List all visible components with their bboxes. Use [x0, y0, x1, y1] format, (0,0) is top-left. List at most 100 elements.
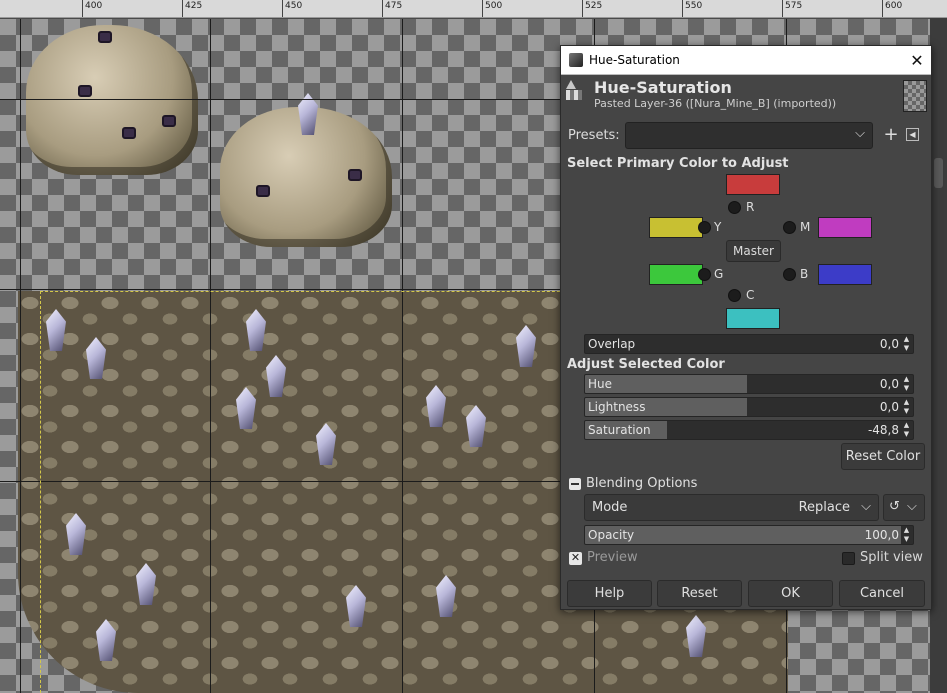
chevron-down-icon: ⌵: [907, 499, 917, 514]
ruler-label: 575: [785, 1, 803, 11]
vertical-scrollbar[interactable]: [930, 18, 947, 693]
radio-label-green: G: [714, 267, 724, 281]
ruler-label: 500: [485, 1, 503, 11]
check-x-icon: ✕: [570, 551, 581, 564]
swatch-red[interactable]: [726, 174, 780, 195]
hue-saturation-dialog: Hue-Saturation ✕ Hue-Saturation Pasted L…: [560, 45, 932, 610]
ok-button[interactable]: OK: [748, 580, 833, 607]
opacity-slider[interactable]: Opacity 100,0 ▲ ▼: [584, 525, 914, 545]
help-button[interactable]: Help: [567, 580, 652, 607]
ruler-label: 550: [685, 1, 703, 11]
overlap-label: Overlap: [588, 337, 636, 351]
reset-button[interactable]: Reset: [657, 580, 742, 607]
split-view-checkbox[interactable]: [842, 552, 855, 565]
layer-thumbnail: [903, 80, 927, 112]
spin-arrows-icon[interactable]: ▲ ▼: [901, 421, 912, 439]
header-subtitle: Pasted Layer-36 ([Nura_Mine_B] (imported…: [594, 97, 837, 110]
master-button[interactable]: Master: [726, 240, 781, 262]
minus-icon: [571, 483, 579, 485]
ruler-label: 475: [385, 1, 403, 11]
overlap-value: 0,0: [879, 337, 899, 351]
opacity-label: Opacity: [588, 528, 635, 542]
radio-label-cyan: C: [746, 288, 755, 302]
selection-marquee: [40, 291, 580, 292]
window-title: Hue-Saturation: [589, 53, 680, 67]
adjust-color-section-title: Adjust Selected Color: [567, 357, 725, 372]
radio-yellow[interactable]: [698, 221, 711, 234]
selection-marquee: [40, 291, 41, 693]
opacity-value: 100,0: [864, 528, 899, 542]
preset-menu-button[interactable]: ◀: [906, 128, 919, 141]
ruler-label: 525: [585, 1, 603, 11]
lightness-label: Lightness: [588, 400, 646, 414]
spin-arrows-icon[interactable]: ▲ ▼: [901, 398, 912, 416]
spin-arrows-icon[interactable]: ▲ ▼: [901, 375, 912, 393]
mode-dropdown[interactable]: Mode Replace ⌵: [584, 494, 879, 521]
preview-checkbox[interactable]: ✕: [569, 552, 582, 565]
gem-sprite: [122, 127, 136, 139]
saturation-slider[interactable]: Saturation -48,8 ▲ ▼: [584, 420, 914, 440]
reset-color-button[interactable]: Reset Color: [841, 443, 925, 470]
reset-mode-button[interactable]: ↺ ⌵: [883, 494, 925, 521]
hue-slider[interactable]: Hue 0,0 ▲ ▼: [584, 374, 914, 394]
hue-label: Hue: [588, 377, 613, 391]
chevron-down-icon: ⌵: [855, 126, 865, 141]
gem-sprite: [78, 85, 92, 97]
radio-magenta[interactable]: [783, 221, 796, 234]
reset-arrow-icon: ↺: [889, 499, 900, 514]
gem-sprite: [348, 169, 362, 181]
radio-label-yellow: Y: [714, 220, 722, 234]
saturation-label: Saturation: [588, 423, 651, 437]
triangle-left-icon: ◀: [909, 130, 916, 139]
ruler-label: 400: [85, 1, 103, 11]
saturation-value[interactable]: -48,8: [868, 423, 899, 437]
mode-label: Mode: [592, 500, 628, 515]
ruler-label: 600: [885, 1, 903, 11]
swatch-blue[interactable]: [818, 264, 872, 285]
header-title: Hue-Saturation: [594, 78, 732, 97]
close-button[interactable]: ✕: [903, 46, 931, 74]
radio-label-blue: B: [800, 267, 809, 281]
ruler-label: 425: [185, 1, 203, 11]
split-view-label: Split view: [860, 550, 923, 565]
chevron-down-icon: ⌵: [861, 499, 871, 514]
swatch-green[interactable]: [649, 264, 703, 285]
overlap-slider[interactable]: Overlap 0,0 ▲ ▼: [584, 334, 914, 354]
canvas-guide: [402, 19, 403, 693]
hue-value: 0,0: [879, 377, 899, 391]
radio-label-red: R: [746, 200, 755, 214]
gimp-app-icon: [569, 53, 583, 67]
radio-label-magenta: M: [800, 220, 811, 234]
radio-green[interactable]: [698, 268, 711, 281]
gem-sprite: [162, 115, 176, 127]
radio-red[interactable]: [728, 201, 741, 214]
dialog-header: Hue-Saturation Pasted Layer-36 ([Nura_Mi…: [561, 76, 931, 116]
preview-label: Preview: [587, 550, 638, 565]
swatch-magenta[interactable]: [818, 217, 872, 238]
scrollbar-thumb[interactable]: [934, 158, 943, 188]
gem-sprite: [256, 185, 270, 197]
lightness-value: 0,0: [879, 400, 899, 414]
ruler-label: 450: [285, 1, 303, 11]
close-icon: ✕: [910, 50, 924, 70]
canvas-guide: [20, 19, 21, 693]
cancel-button[interactable]: Cancel: [839, 580, 925, 607]
rock-sprite: [26, 25, 198, 175]
swatch-yellow[interactable]: [649, 217, 703, 238]
hue-saturation-icon: [566, 80, 584, 102]
presets-dropdown[interactable]: ⌵: [625, 122, 873, 149]
dialog-titlebar[interactable]: Hue-Saturation ✕: [561, 46, 931, 75]
blending-options-label[interactable]: Blending Options: [586, 476, 697, 491]
swatch-cyan[interactable]: [726, 308, 780, 329]
plus-icon: +: [883, 124, 899, 145]
spin-arrows-icon[interactable]: ▲ ▼: [901, 526, 912, 544]
radio-blue[interactable]: [783, 268, 796, 281]
presets-label: Presets:: [568, 128, 620, 143]
radio-cyan[interactable]: [728, 289, 741, 302]
add-preset-button[interactable]: +: [883, 124, 899, 146]
canvas-guide: [210, 19, 211, 693]
lightness-slider[interactable]: Lightness 0,0 ▲ ▼: [584, 397, 914, 417]
spin-arrows-icon[interactable]: ▲ ▼: [901, 335, 912, 353]
blending-options-toggle[interactable]: [569, 478, 581, 490]
mode-value: Replace: [798, 500, 850, 515]
